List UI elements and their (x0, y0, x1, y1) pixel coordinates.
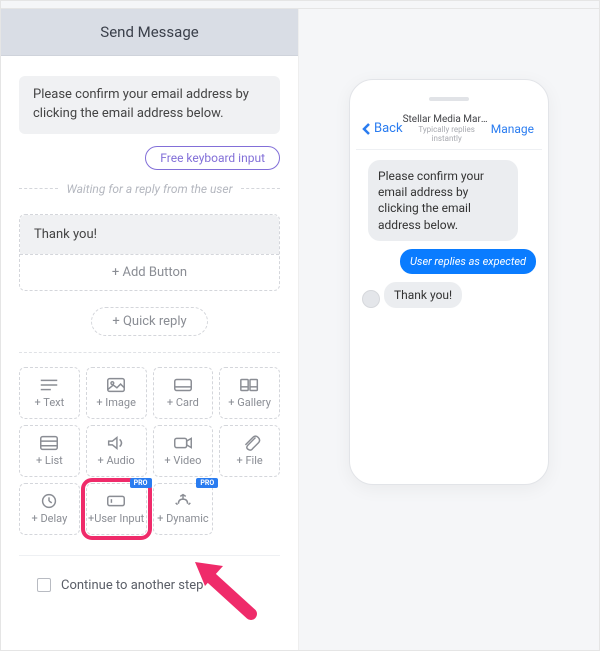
speaker-slot (429, 97, 469, 101)
block-card-label: + Card (167, 396, 199, 409)
block-dynamic-label: + Dynamic (157, 512, 209, 525)
block-file-label: + File (237, 454, 263, 467)
gallery-icon (239, 376, 261, 394)
block-card[interactable]: + Card (153, 367, 214, 419)
image-icon (105, 376, 127, 394)
block-dynamic[interactable]: PRO + Dynamic (153, 483, 214, 535)
video-icon (172, 434, 194, 452)
audio-icon (105, 434, 127, 452)
page-subtitle: Typically replies instantly (403, 125, 491, 143)
add-button[interactable]: + Add Button (20, 254, 279, 290)
preview-panel: Back Stellar Media Marketi... › Typicall… (299, 9, 599, 650)
page-title-group[interactable]: Stellar Media Marketi... › Typically rep… (403, 114, 491, 143)
block-delay[interactable]: + Delay (19, 483, 80, 535)
window-top-strip (1, 1, 599, 9)
preview-msg-incoming-2: Thank you! (384, 282, 462, 308)
add-quick-reply-button[interactable]: + Quick reply (91, 307, 207, 336)
editor-panel: Send Message Please confirm your email a… (1, 9, 299, 650)
block-delay-label: + Delay (31, 512, 67, 525)
card-icon (172, 376, 194, 394)
free-keyboard-input-chip[interactable]: Free keyboard input (145, 146, 280, 170)
continue-checkbox[interactable] (37, 578, 51, 592)
block-audio[interactable]: + Audio (86, 425, 147, 477)
back-label: Back (374, 121, 403, 136)
user-input-icon (105, 492, 127, 510)
thankyou-text[interactable]: Thank you! (20, 215, 279, 254)
block-file[interactable]: + File (219, 425, 280, 477)
block-list[interactable]: + List (19, 425, 80, 477)
phone-body: Please confirm your email address by cli… (356, 150, 542, 478)
block-text-label: + Text (35, 396, 65, 409)
panel-title: Send Message (1, 9, 298, 56)
pro-badge: PRO (196, 478, 218, 488)
block-audio-label: + Audio (97, 454, 134, 467)
waiting-divider-label: Waiting for a reply from the user (66, 182, 232, 196)
chevron-left-icon (360, 122, 374, 136)
block-gallery[interactable]: + Gallery (219, 367, 280, 419)
confirm-message-bubble[interactable]: Please confirm your email address by cli… (19, 76, 280, 134)
text-icon (38, 376, 60, 394)
thankyou-card[interactable]: Thank you! + Add Button (19, 214, 280, 291)
avatar (362, 290, 380, 308)
block-user-input[interactable]: PRO +User Input (86, 483, 147, 535)
preview-msg-incoming: Please confirm your email address by cli… (368, 160, 518, 241)
phone-header: Back Stellar Media Marketi... › Typicall… (356, 112, 542, 150)
page-name: Stellar Media Marketi... (403, 114, 491, 125)
block-list-label: + List (36, 454, 63, 467)
back-button[interactable]: Back (360, 121, 403, 136)
phone-hardware-top (356, 86, 542, 112)
pro-badge: PRO (130, 478, 152, 488)
continue-row: Continue to another step (19, 555, 280, 615)
file-icon (239, 434, 261, 452)
block-video-label: + Video (164, 454, 201, 467)
manage-link[interactable]: Manage (491, 122, 534, 136)
block-gallery-label: + Gallery (228, 396, 271, 409)
preview-msg-outgoing: User replies as expected (400, 249, 536, 274)
block-video[interactable]: + Video (153, 425, 214, 477)
block-user-input-label: +User Input (88, 512, 144, 525)
phone-frame: Back Stellar Media Marketi... › Typicall… (349, 79, 549, 485)
block-image-label: + Image (96, 396, 136, 409)
block-text[interactable]: + Text (19, 367, 80, 419)
list-icon (38, 434, 60, 452)
block-image[interactable]: + Image (86, 367, 147, 419)
continue-label: Continue to another step (61, 578, 203, 593)
content-blocks-grid: + Text + Image + Card + Gallery + List (19, 352, 280, 535)
waiting-divider: Waiting for a reply from the user (19, 182, 280, 196)
delay-icon (38, 492, 60, 510)
dynamic-icon (172, 492, 194, 510)
